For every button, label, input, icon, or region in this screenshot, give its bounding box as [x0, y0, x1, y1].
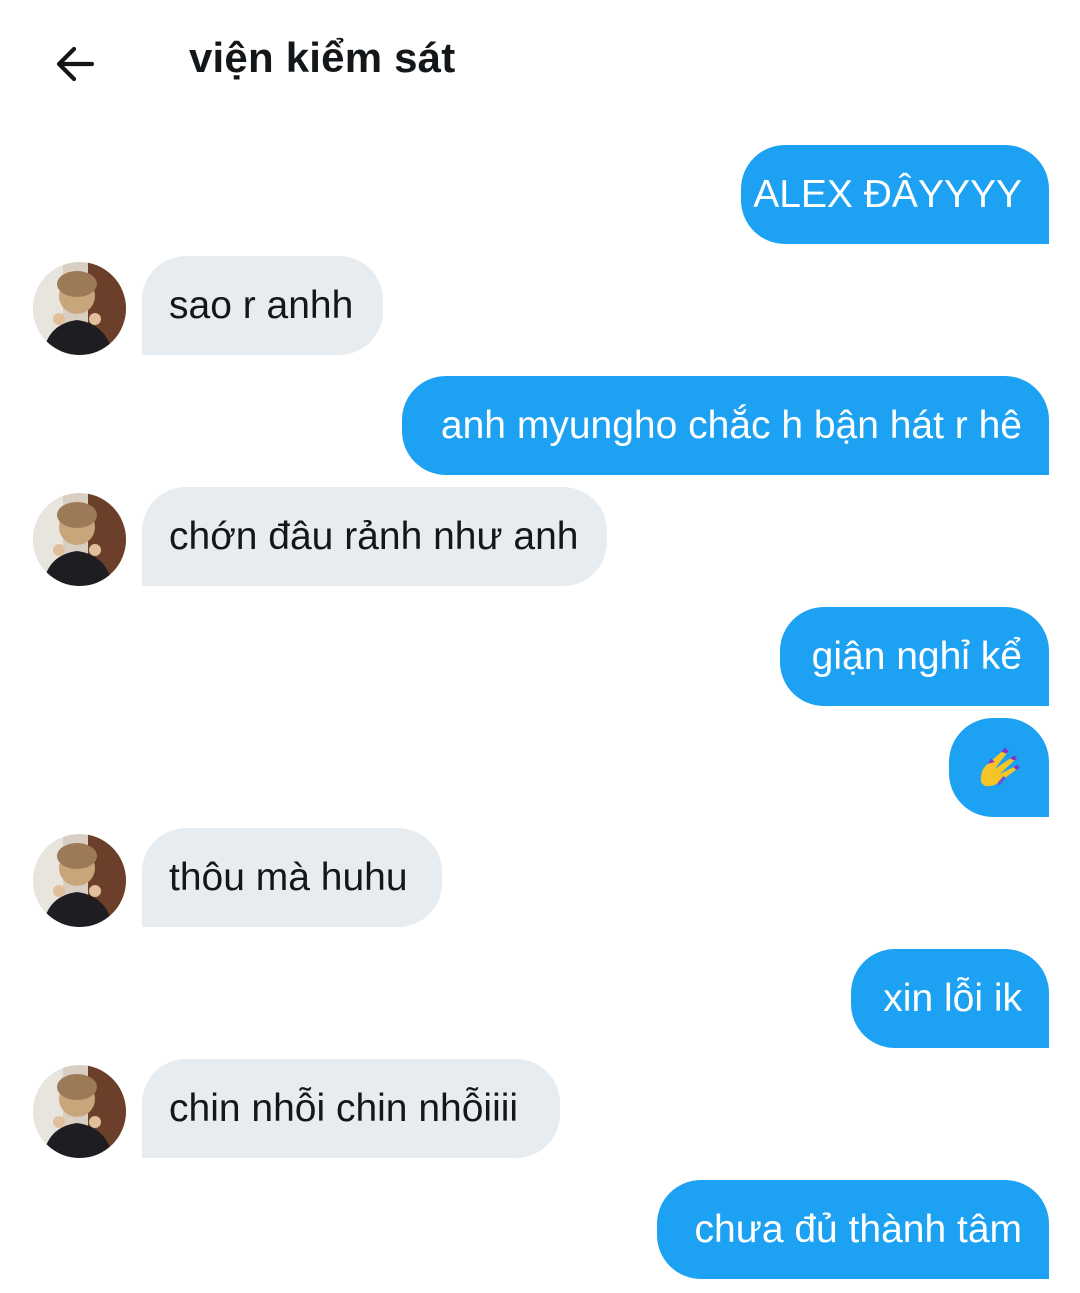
avatar[interactable] — [33, 493, 126, 586]
back-button[interactable] — [44, 36, 104, 92]
message-bubble-outgoing[interactable]: anh myungho chắc h bận hát r hê — [402, 376, 1049, 475]
message-text: thôu mà huhu — [169, 855, 408, 899]
avatar[interactable] — [33, 1065, 126, 1158]
message-text: chớn đâu rảnh như anh — [169, 514, 579, 558]
avatar[interactable] — [33, 262, 126, 355]
message-bubble-incoming[interactable]: thôu mà huhu — [142, 828, 442, 927]
message-text: chin nhỗi chin nhỗiiii — [169, 1086, 519, 1130]
nail-polish-icon — [980, 747, 1020, 786]
message-bubble-outgoing[interactable]: giận nghỉ kể — [780, 607, 1049, 706]
avatar[interactable] — [33, 834, 126, 927]
message-bubble-outgoing[interactable]: xin lỗi ik — [851, 949, 1049, 1048]
message-bubble-incoming[interactable]: sao r anhh — [142, 256, 383, 355]
message-bubble-incoming[interactable]: chớn đâu rảnh như anh — [142, 487, 607, 586]
message-bubble-outgoing[interactable]: chưa đủ thành tâm — [657, 1180, 1049, 1279]
message-bubble-outgoing[interactable]: ALEX ĐÂYYYY — [741, 145, 1049, 244]
message-text: giận nghỉ kể — [811, 634, 1022, 678]
message-text: xin lỗi ik — [883, 976, 1022, 1020]
message-bubble-outgoing[interactable] — [949, 718, 1049, 817]
arrow-left-icon — [56, 46, 95, 82]
message-bubble-incoming[interactable]: chin nhỗi chin nhỗiiii — [142, 1059, 560, 1158]
message-text: anh myungho chắc h bận hát r hê — [440, 403, 1022, 447]
message-text: ALEX ĐÂYYYY — [753, 172, 1022, 216]
conversation-header: viện kiểm sát — [0, 0, 1080, 125]
message-text: sao r anhh — [169, 283, 354, 327]
conversation-title: viện kiểm sát — [189, 34, 456, 81]
message-text: chưa đủ thành tâm — [694, 1207, 1022, 1251]
